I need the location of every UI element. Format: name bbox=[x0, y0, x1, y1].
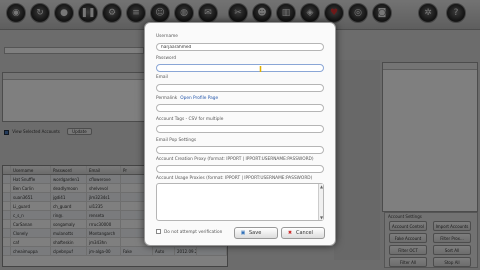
creation-proxy-field[interactable] bbox=[156, 165, 324, 173]
username-label: Username bbox=[156, 34, 178, 39]
permalink-label: Permalink Open Profile Page bbox=[156, 96, 218, 101]
scroll-up-icon[interactable]: ▲ bbox=[319, 184, 324, 189]
text-cursor-icon: I bbox=[259, 65, 262, 74]
open-profile-link[interactable]: Open Profile Page bbox=[180, 96, 218, 101]
edit-account-dialog: Username Password I Email PermalinkOpen … bbox=[144, 22, 336, 246]
scroll-down-icon[interactable]: ▼ bbox=[319, 215, 324, 220]
account-tags-label: Account Tags - CSV for multiple bbox=[156, 117, 224, 122]
save-button[interactable]: ▣ Save bbox=[234, 227, 278, 239]
email-label: Email bbox=[156, 75, 168, 80]
save-icon: ▣ bbox=[240, 230, 246, 236]
email-pop-settings-label: Email Pop Settings bbox=[156, 138, 197, 143]
creation-proxy-label: Account Creation Proxy (format: IPPORT |… bbox=[156, 157, 314, 162]
verify-label: Do not attempt verification bbox=[164, 230, 223, 235]
verify-checkbox[interactable] bbox=[156, 229, 161, 234]
usage-proxies-label: Account Usage Proxies (format: IPPORT | … bbox=[156, 176, 313, 181]
username-field[interactable] bbox=[156, 43, 324, 51]
cancel-icon: ✖ bbox=[287, 230, 293, 236]
email-pop-settings-field[interactable] bbox=[156, 146, 324, 154]
cancel-label: Cancel bbox=[296, 230, 313, 236]
verify-option[interactable]: Do not attempt verification bbox=[156, 229, 222, 237]
permalink-label-text: Permalink bbox=[156, 96, 178, 101]
textarea-scrollbar[interactable]: ▲ ▼ bbox=[318, 184, 323, 220]
permalink-field[interactable] bbox=[156, 104, 324, 112]
email-field[interactable] bbox=[156, 84, 324, 92]
save-label: Save bbox=[249, 230, 262, 236]
account-tags-field[interactable] bbox=[156, 125, 324, 133]
password-label: Password bbox=[156, 56, 177, 61]
password-field[interactable] bbox=[156, 64, 324, 72]
usage-proxies-textarea[interactable] bbox=[156, 183, 324, 221]
cancel-button[interactable]: ✖ Cancel bbox=[281, 227, 325, 239]
